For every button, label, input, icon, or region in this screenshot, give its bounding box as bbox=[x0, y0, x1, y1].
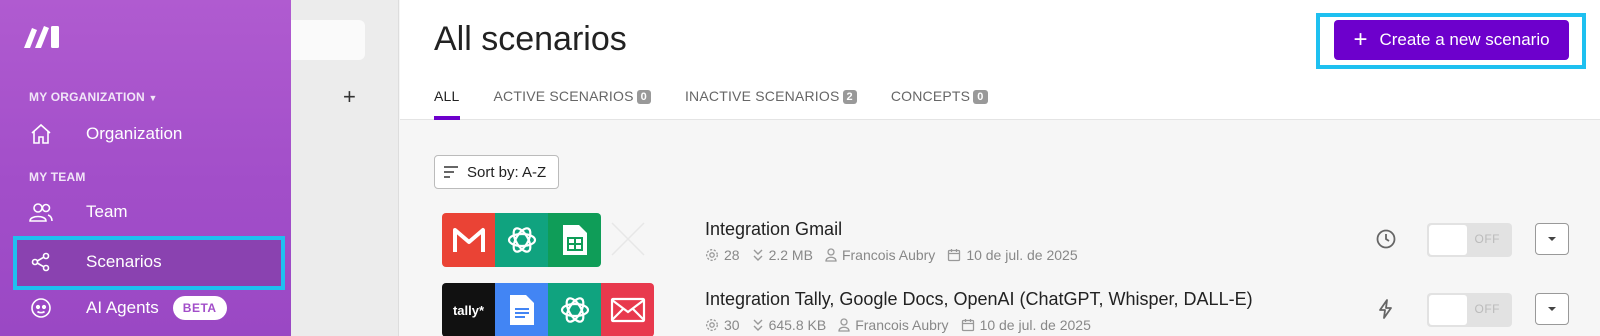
main-content: All scenarios + Create a new scenario AL… bbox=[400, 0, 1600, 336]
gmail-icon bbox=[442, 213, 495, 267]
sidebar-item-team[interactable]: Team bbox=[14, 188, 282, 236]
user-icon bbox=[825, 248, 837, 262]
tab-count-badge: 2 bbox=[842, 90, 857, 104]
sidebar-item-scenarios[interactable]: Scenarios bbox=[14, 238, 282, 286]
page-title: All scenarios bbox=[434, 20, 627, 58]
sidebar-item-label: Scenarios bbox=[86, 252, 162, 271]
org-section-text: MY ORGANIZATION bbox=[29, 90, 145, 104]
data-size: 2.2 MB bbox=[752, 247, 813, 263]
operations-value: 30 bbox=[724, 317, 740, 333]
tally-icon: tally* bbox=[442, 283, 495, 336]
operations-value: 28 bbox=[724, 247, 740, 263]
toggle-label: OFF bbox=[1474, 302, 1500, 316]
owner: Francois Aubry bbox=[838, 317, 949, 333]
scenario-row[interactable]: tally* Integration Tally, Google Docs, O… bbox=[434, 283, 1569, 336]
tally-logo-text: tally* bbox=[452, 302, 485, 318]
tab-active-scenarios[interactable]: ACTIVE SCENARIOS 0 bbox=[494, 88, 651, 120]
gear-icon bbox=[706, 249, 718, 261]
org-section-label[interactable]: MY ORGANIZATION ▼ bbox=[29, 90, 158, 104]
tab-label: INACTIVE SCENARIOS bbox=[684, 88, 840, 104]
caret-down-icon: ▼ bbox=[148, 93, 158, 103]
app-icons bbox=[442, 213, 601, 267]
team-section-label: MY TEAM bbox=[29, 170, 86, 184]
tab-count-badge: 0 bbox=[973, 90, 988, 104]
caret-down-icon bbox=[1548, 307, 1556, 311]
plus-icon: + bbox=[1353, 26, 1368, 53]
toggle-knob bbox=[1429, 225, 1467, 255]
google-docs-icon bbox=[495, 283, 548, 336]
tab-label: CONCEPTS bbox=[890, 88, 971, 104]
sidebar: MY ORGANIZATION ▼ Organization MY TEAM T… bbox=[0, 0, 291, 336]
sort-label: Sort by: A-Z bbox=[467, 163, 547, 181]
scenario-title[interactable]: Integration Gmail bbox=[705, 219, 842, 240]
scenario-row[interactable]: Integration Gmail 28 2.2 MB Francois Aub… bbox=[434, 213, 1569, 269]
home-icon bbox=[28, 121, 54, 147]
openai-icon bbox=[548, 283, 601, 336]
users-icon bbox=[28, 199, 54, 225]
sidebar-item-ai-agents[interactable]: AI Agents BETA bbox=[14, 284, 282, 332]
tab-count-badge: 0 bbox=[636, 90, 651, 104]
clock-icon[interactable] bbox=[1374, 227, 1398, 251]
scenario-meta: 28 2.2 MB Francois Aubry 10 de jul. de 2… bbox=[705, 247, 1090, 263]
chevrons-down-icon bbox=[753, 249, 763, 261]
empty-module-placeholder-icon bbox=[608, 219, 648, 259]
date: 10 de jul. de 2025 bbox=[961, 317, 1091, 333]
operations-count: 30 bbox=[705, 317, 740, 333]
chevrons-down-icon bbox=[753, 319, 763, 331]
tab-label: ACTIVE SCENARIOS bbox=[493, 88, 634, 104]
email-icon bbox=[601, 283, 654, 336]
folder-panel: + bbox=[291, 0, 399, 336]
caret-down-icon bbox=[1548, 237, 1556, 241]
create-scenario-label: Create a new scenario bbox=[1379, 30, 1550, 49]
make-logo-icon[interactable] bbox=[22, 22, 62, 50]
openai-icon bbox=[495, 213, 548, 267]
date-value: 10 de jul. de 2025 bbox=[979, 317, 1091, 333]
scenario-tabs: ALL ACTIVE SCENARIOS 0 INACTIVE SCENARIO… bbox=[434, 88, 1022, 120]
gear-icon bbox=[706, 319, 718, 331]
sidebar-item-organization[interactable]: Organization bbox=[14, 110, 282, 158]
scenario-toggle[interactable]: OFF bbox=[1427, 293, 1512, 327]
scenario-toggle[interactable]: OFF bbox=[1427, 223, 1512, 257]
size-value: 645.8 KB bbox=[768, 317, 827, 333]
scenario-meta: 30 645.8 KB Francois Aubry 10 de jul. de… bbox=[705, 317, 1103, 333]
owner: Francois Aubry bbox=[825, 247, 935, 263]
google-sheets-icon bbox=[548, 213, 601, 267]
tab-inactive-scenarios[interactable]: INACTIVE SCENARIOS 2 bbox=[685, 88, 857, 120]
sort-lines-icon bbox=[443, 165, 459, 179]
size-value: 2.2 MB bbox=[768, 247, 813, 263]
owner-value: Francois Aubry bbox=[855, 317, 949, 333]
owner-value: Francois Aubry bbox=[841, 247, 936, 263]
tab-label: ALL bbox=[434, 88, 460, 104]
calendar-icon bbox=[961, 319, 974, 332]
date: 10 de jul. de 2025 bbox=[947, 247, 1078, 263]
toggle-label: OFF bbox=[1474, 232, 1500, 246]
tab-concepts[interactable]: CONCEPTS 0 bbox=[891, 88, 988, 120]
date-value: 10 de jul. de 2025 bbox=[966, 247, 1078, 263]
beta-badge: BETA bbox=[172, 296, 227, 320]
create-scenario-button[interactable]: + Create a new scenario bbox=[1334, 20, 1569, 60]
sort-button[interactable]: Sort by: A-Z bbox=[434, 155, 559, 189]
toggle-knob bbox=[1429, 295, 1467, 325]
operations-count: 28 bbox=[705, 247, 740, 263]
page-header: All scenarios + Create a new scenario AL… bbox=[400, 0, 1600, 120]
calendar-icon bbox=[948, 249, 961, 262]
tab-all[interactable]: ALL bbox=[434, 88, 460, 120]
scenario-options-dropdown[interactable] bbox=[1535, 223, 1569, 255]
user-icon bbox=[838, 318, 850, 332]
sidebar-item-label: Organization bbox=[86, 124, 183, 143]
app-icons: tally* bbox=[442, 283, 654, 336]
add-folder-icon[interactable]: + bbox=[343, 84, 356, 110]
share-nodes-icon bbox=[28, 249, 54, 275]
scenario-options-dropdown[interactable] bbox=[1535, 293, 1569, 325]
folder-search-input[interactable] bbox=[291, 20, 365, 60]
sidebar-item-label: Team bbox=[86, 202, 128, 221]
sidebar-item-label: AI Agents bbox=[86, 298, 159, 317]
scenario-title[interactable]: Integration Tally, Google Docs, OpenAI (… bbox=[705, 289, 1253, 310]
ai-agent-icon bbox=[28, 295, 54, 321]
data-size: 645.8 KB bbox=[752, 317, 827, 333]
lightning-icon[interactable] bbox=[1374, 297, 1398, 321]
